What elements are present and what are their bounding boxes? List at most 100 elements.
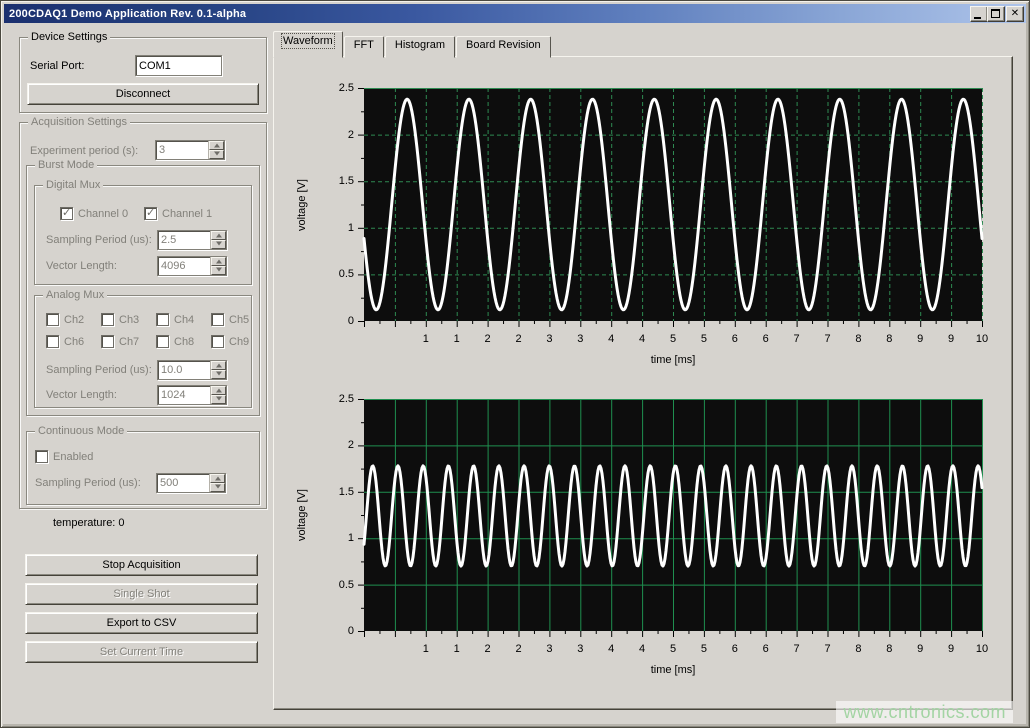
digital-sampling-period-label: Sampling Period (us):	[46, 233, 152, 247]
experiment-period-label: Experiment period (s):	[30, 144, 138, 158]
waveform-tab-page: 2.521.510.5011223344556677889910time [ms…	[273, 56, 1013, 710]
minimize-button[interactable]	[970, 6, 988, 22]
spin-up-icon	[211, 231, 226, 240]
x-tick-label: 5	[689, 642, 719, 656]
ch5-label: Ch5	[229, 313, 249, 327]
y-tick-label: 0.5	[302, 267, 354, 281]
x-tick-label: 5	[689, 332, 719, 346]
device-settings-legend: Device Settings	[28, 30, 110, 44]
x-tick-label: 7	[813, 332, 843, 346]
continuous-sampling-period-label: Sampling Period (us):	[35, 476, 141, 490]
analog-sampling-period-stepper: 10.0	[157, 360, 227, 380]
tab-control: Waveform FFT Histogram Board Revision 2.…	[273, 36, 1013, 710]
tab-waveform[interactable]: Waveform	[273, 31, 343, 58]
x-tick-label: 8	[843, 332, 873, 346]
serial-port-label: Serial Port:	[30, 59, 84, 73]
spin-up-icon	[209, 141, 224, 150]
y-tick-label: 2	[302, 438, 354, 452]
digital-vector-length-label: Vector Length:	[46, 259, 117, 273]
x-tick-label: 9	[905, 332, 935, 346]
spin-up-icon	[210, 474, 225, 483]
y-tick-label: 1.5	[302, 174, 354, 188]
plot-area	[358, 88, 988, 329]
y-tick-label: 1.5	[302, 485, 354, 499]
channel-0-checkbox	[60, 207, 73, 220]
x-tick-label: 5	[658, 332, 688, 346]
waveform-chart-bottom: 2.521.510.5011223344556677889910time [ms…	[358, 399, 1008, 699]
analog-vector-length-stepper: 1024	[157, 385, 227, 405]
x-tick-label: 8	[843, 642, 873, 656]
x-tick-label: 2	[473, 642, 503, 656]
x-tick-label: 6	[720, 332, 750, 346]
x-tick-label: 9	[936, 332, 966, 346]
x-tick-label: 1	[411, 642, 441, 656]
y-axis-title: voltage [V]	[296, 179, 308, 231]
x-tick-label: 1	[442, 642, 472, 656]
continuous-mode-legend: Continuous Mode	[35, 424, 127, 438]
x-tick-label: 1	[442, 332, 472, 346]
channel-1-checkbox	[144, 207, 157, 220]
export-to-csv-button[interactable]: Export to CSV	[25, 612, 258, 634]
ch4-checkbox	[156, 313, 169, 326]
tab-fft[interactable]: FFT	[344, 36, 384, 58]
disconnect-button[interactable]: Disconnect	[27, 83, 259, 105]
maximize-button[interactable]	[987, 6, 1005, 22]
serial-port-input[interactable]	[135, 55, 222, 76]
digital-sampling-period-stepper: 2.5	[157, 230, 227, 250]
x-tick-label: 2	[504, 332, 534, 346]
ch7-checkbox	[101, 335, 114, 348]
x-tick-label: 2	[473, 332, 503, 346]
ch2-label: Ch2	[64, 313, 84, 327]
tab-board-revision[interactable]: Board Revision	[456, 36, 551, 58]
x-tick-label: 10	[967, 332, 997, 346]
x-tick-label: 2	[504, 642, 534, 656]
analog-mux-group: Analog Mux Ch2 Ch3 Ch4 Ch5 Ch6 Ch7 Ch8 C…	[34, 295, 252, 408]
experiment-period-value: 3	[156, 141, 208, 159]
ch2-checkbox	[46, 313, 59, 326]
x-axis-title: time [ms]	[364, 353, 982, 367]
ch6-checkbox	[46, 335, 59, 348]
continuous-sampling-period-stepper: 500	[156, 473, 226, 493]
analog-sampling-period-value: 10.0	[158, 361, 210, 379]
tab-strip: Waveform FFT Histogram Board Revision	[273, 36, 552, 58]
y-tick-label: 2.5	[302, 392, 354, 406]
ch9-checkbox	[211, 335, 224, 348]
ch3-label: Ch3	[119, 313, 139, 327]
x-axis-title: time [ms]	[364, 663, 982, 677]
spin-down-icon	[211, 240, 226, 249]
x-tick-label: 9	[936, 642, 966, 656]
watermark: www.cntronics.com	[836, 701, 1013, 723]
x-tick-label: 6	[751, 642, 781, 656]
x-tick-label: 7	[782, 332, 812, 346]
continuous-enabled-checkbox	[35, 450, 48, 463]
ch8-checkbox	[156, 335, 169, 348]
burst-mode-group: Burst Mode Digital Mux Channel 0 Channel…	[26, 165, 260, 416]
y-tick-label: 0	[302, 624, 354, 638]
spin-down-icon	[211, 395, 226, 404]
x-tick-label: 6	[720, 642, 750, 656]
x-tick-label: 3	[565, 332, 595, 346]
close-button[interactable]	[1006, 6, 1024, 22]
ch6-label: Ch6	[64, 335, 84, 349]
digital-mux-group: Digital Mux Channel 0 Channel 1 Sampling…	[34, 185, 252, 285]
digital-vector-length-value: 4096	[158, 257, 210, 275]
tab-histogram[interactable]: Histogram	[385, 36, 455, 58]
burst-mode-legend: Burst Mode	[35, 158, 97, 172]
single-shot-button: Single Shot	[25, 583, 258, 605]
analog-sampling-period-label: Sampling Period (us):	[46, 363, 152, 377]
stop-acquisition-button[interactable]: Stop Acquisition	[25, 554, 258, 576]
ch7-label: Ch7	[119, 335, 139, 349]
x-tick-label: 4	[627, 642, 657, 656]
x-tick-label: 9	[905, 642, 935, 656]
spin-up-icon	[211, 386, 226, 395]
y-tick-label: 1	[302, 221, 354, 235]
window-title: 200CDAQ1 Demo Application Rev. 0.1-alpha	[4, 8, 246, 20]
ch3-checkbox	[101, 313, 114, 326]
x-tick-label: 7	[782, 642, 812, 656]
set-current-time-button: Set Current Time	[25, 641, 258, 663]
x-tick-label: 3	[534, 642, 564, 656]
spin-up-icon	[211, 257, 226, 266]
x-tick-label: 3	[565, 642, 595, 656]
spin-down-icon	[211, 266, 226, 275]
y-tick-label: 2.5	[302, 81, 354, 95]
